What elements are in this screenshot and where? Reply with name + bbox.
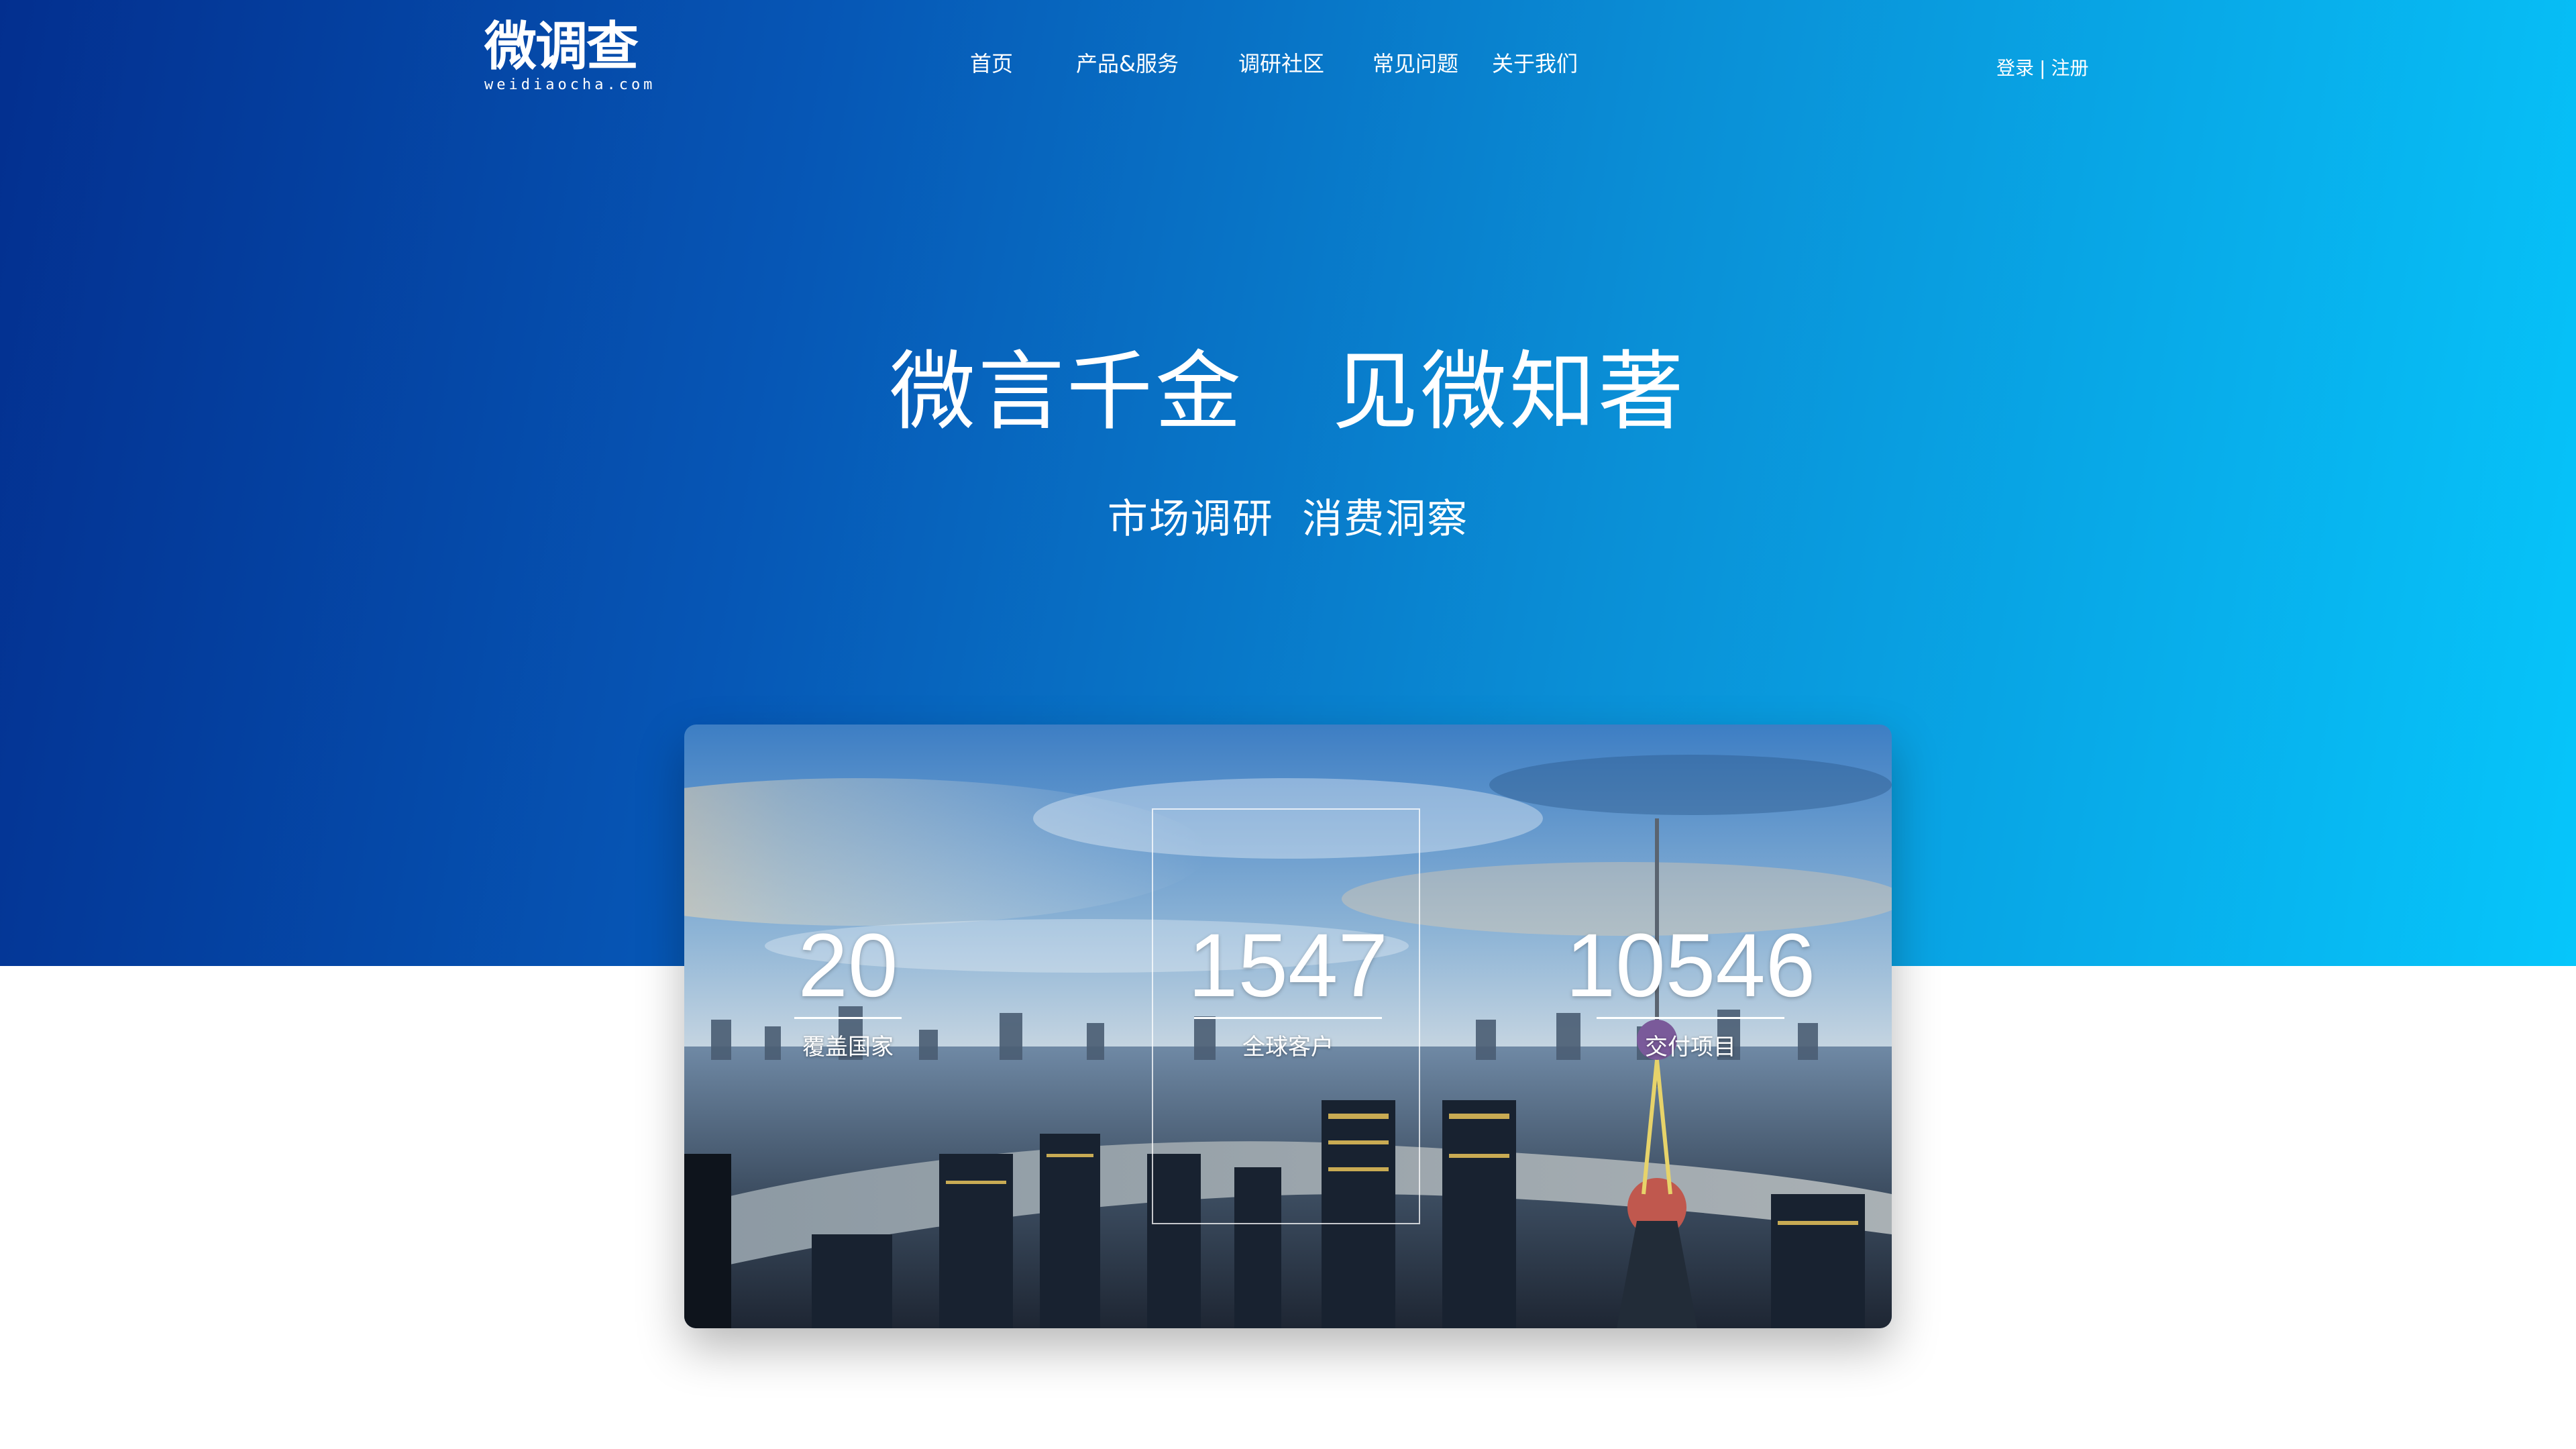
logo-domain: weidiaocha.com (484, 76, 656, 93)
stat-countries-value: 20 (798, 916, 898, 1016)
nav-about-us[interactable]: 关于我们 (1492, 47, 1578, 80)
stat-projects-value: 10546 (1565, 916, 1816, 1016)
site-logo[interactable]: 微调查 weidiaocha.com (484, 17, 656, 94)
logo-text: 微调查 (484, 17, 639, 77)
stat-projects-label: 交付项目 (1645, 1034, 1736, 1061)
stat-clients: 1547 全球客户 (1147, 919, 1429, 1061)
stat-underline (1194, 1017, 1382, 1019)
hero-subtitle: 市场调研 消费洞察 (1107, 496, 1469, 543)
nav-research-community[interactable]: 调研社区 (1238, 47, 1324, 80)
auth-links: 登录 | 注册 (1996, 54, 2088, 80)
auth-separator: | (2039, 57, 2046, 79)
stat-clients-label: 全球客户 (1242, 1034, 1334, 1061)
stat-clients-value: 1547 (1187, 916, 1389, 1016)
login-link[interactable]: 登录 (1996, 57, 2034, 79)
stat-underline (794, 1017, 902, 1019)
nav-faq[interactable]: 常见问题 (1373, 47, 1458, 80)
stat-countries: 20 覆盖国家 (707, 919, 989, 1061)
nav-home[interactable]: 首页 (970, 47, 1013, 80)
stat-projects: 10546 交付项目 (1550, 919, 1831, 1061)
stat-countries-label: 覆盖国家 (802, 1034, 894, 1061)
hero-title: 微言千金 见微知著 (889, 342, 1686, 442)
nav-products-services[interactable]: 产品&服务 (1076, 47, 1179, 80)
register-link[interactable]: 注册 (2051, 57, 2088, 79)
stats-card: 20 覆盖国家 1547 全球客户 10546 交付项目 (684, 724, 1892, 1328)
stat-underline (1597, 1017, 1784, 1019)
